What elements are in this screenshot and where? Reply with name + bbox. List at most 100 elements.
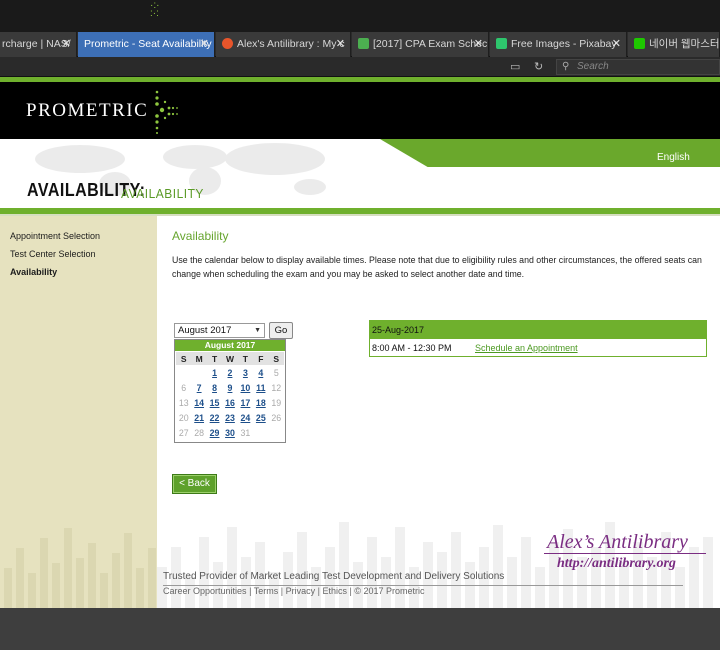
browser-tab[interactable]: Alex's Antilibrary : My c ✕ bbox=[216, 32, 351, 57]
cpa-favicon-icon bbox=[358, 38, 369, 49]
web-page: PROMETRIC English AVAILABILITY: AVAILABI… bbox=[0, 77, 720, 608]
calendar-week-row: 12345 bbox=[176, 365, 284, 380]
calendar-day-available[interactable]: 14 bbox=[191, 395, 206, 410]
calendar-week-row: 27 28 29 30 31 bbox=[176, 425, 284, 440]
calendar-weekday: S bbox=[268, 352, 284, 365]
section-heading: Availability bbox=[172, 229, 229, 243]
browser-status-area bbox=[0, 608, 720, 650]
calendar-day-available[interactable]: 22 bbox=[207, 410, 222, 425]
tab-title: Alex's Antilibrary : My c bbox=[237, 38, 345, 50]
calendar-day-available[interactable]: 24 bbox=[238, 410, 253, 425]
calendar-day-empty bbox=[253, 425, 268, 440]
month-select[interactable]: August 2017 ▼ bbox=[174, 323, 265, 338]
back-button[interactable]: < Back bbox=[172, 474, 217, 494]
tab-title: Prometric - Seat Availability bbox=[84, 38, 212, 50]
footer-copyright: © 2017 Prometric bbox=[354, 586, 425, 596]
reader-view-icon[interactable]: ▭ bbox=[510, 60, 520, 74]
tab-title: rcharge | NAS/ bbox=[2, 38, 71, 50]
calendar-grid: SMTWTFS 1 2 3 4 5 6 7 8 9 10 11 12 13 14 15 16 17 18 19 20 2… bbox=[176, 352, 284, 440]
calendar-day-unavailable: 13 bbox=[178, 397, 189, 408]
calendar-day-available[interactable]: 23 bbox=[222, 410, 237, 425]
sidebar-item-test-center-selection[interactable]: Test Center Selection bbox=[10, 249, 96, 259]
go-button[interactable]: Go bbox=[269, 322, 293, 339]
calendar: August 2017 SMTWTFS 1 2 3 4 5 6 7 8 9 10 11 12 13 14 1… bbox=[174, 339, 286, 443]
calendar-day-available[interactable]: 30 bbox=[222, 425, 237, 440]
close-icon[interactable]: ✕ bbox=[474, 32, 483, 57]
watermark-title: Alex’s Antilibrary bbox=[547, 531, 688, 553]
window-title-bar: ·:·:·: bbox=[0, 0, 720, 32]
calendar-day-available[interactable]: 21 bbox=[191, 410, 206, 425]
calendar-day-available[interactable]: 17 bbox=[238, 395, 253, 410]
close-icon[interactable]: ✕ bbox=[200, 32, 209, 57]
calendar-day-available[interactable]: 4 bbox=[253, 365, 268, 380]
calendar-weekday: F bbox=[253, 352, 269, 365]
month-select-value: August 2017 bbox=[178, 325, 232, 336]
calendar-day-available[interactable]: 8 bbox=[207, 380, 222, 395]
calendar-day-unavailable: 19 bbox=[271, 397, 282, 408]
close-icon[interactable]: ✕ bbox=[62, 32, 71, 57]
calendar-day-unavailable: 26 bbox=[271, 412, 282, 423]
calendar-day-empty bbox=[269, 425, 284, 440]
browser-tab[interactable]: rcharge | NAS/ ✕ bbox=[0, 32, 77, 57]
close-icon[interactable]: ✕ bbox=[612, 32, 621, 57]
search-icon: ⚲ bbox=[562, 61, 570, 72]
antilibrary-favicon-icon bbox=[222, 38, 233, 49]
footer-link-terms[interactable]: Terms bbox=[254, 586, 279, 596]
search-input[interactable]: ⚲ Search bbox=[556, 59, 720, 75]
search-placeholder: Search bbox=[577, 61, 609, 72]
tab-title: 네이버 웹마스터도 bbox=[649, 38, 720, 50]
browser-tab[interactable]: 네이버 웹마스터도 bbox=[628, 32, 720, 57]
calendar-day-available[interactable]: 1 bbox=[207, 365, 222, 380]
footer-links: Career Opportunities | Terms | Privacy |… bbox=[163, 586, 425, 596]
naver-favicon-icon bbox=[634, 38, 645, 49]
browser-tab[interactable]: Free Images - Pixabay ✕ bbox=[490, 32, 627, 57]
page-title-area: AVAILABILITY: AVAILABILITY bbox=[0, 139, 720, 209]
footer-link-careers[interactable]: Career Opportunities bbox=[163, 586, 247, 596]
tab-strip: rcharge | NAS/ ✕ Prometric - Seat Availa… bbox=[0, 32, 720, 57]
calendar-weekday: W bbox=[222, 352, 238, 365]
chevron-down-icon: ▼ bbox=[254, 327, 261, 334]
calendar-day-available[interactable]: 3 bbox=[238, 365, 253, 380]
calendar-day-unavailable: 12 bbox=[271, 382, 282, 393]
browser-tab-active[interactable]: Prometric - Seat Availability ✕ bbox=[78, 32, 215, 57]
pixabay-favicon-icon bbox=[496, 38, 507, 49]
calendar-week-row: 13 14 15 16 17 18 19 bbox=[176, 395, 284, 410]
calendar-day-unavailable: 6 bbox=[181, 382, 187, 393]
sidebar-item-availability[interactable]: Availability bbox=[10, 267, 57, 277]
page-subtitle: AVAILABILITY bbox=[121, 186, 204, 202]
calendar-day-empty bbox=[176, 365, 191, 380]
calendar-day-available[interactable]: 7 bbox=[191, 380, 206, 395]
calendar-day-available[interactable]: 11 bbox=[253, 380, 268, 395]
watermark-underline bbox=[544, 553, 706, 554]
intro-text: Use the calendar below to display availa… bbox=[172, 255, 702, 279]
appointment-date: 25-Aug-2017 bbox=[370, 321, 706, 339]
close-icon[interactable]: ✕ bbox=[336, 32, 345, 57]
tab-title: Free Images - Pixabay bbox=[511, 38, 617, 50]
sidebar-item-appointment-selection[interactable]: Appointment Selection bbox=[10, 231, 100, 241]
prometric-logo-mark-icon bbox=[155, 90, 178, 134]
sparkle-icon: ·:·:·: bbox=[150, 0, 160, 19]
calendar-day-available[interactable]: 29 bbox=[207, 425, 222, 440]
footer-link-ethics[interactable]: Ethics bbox=[322, 586, 347, 596]
schedule-appointment-link[interactable]: Schedule an Appointment bbox=[475, 343, 578, 353]
calendar-body: 1 2 3 4 5 6 7 8 9 10 11 12 13 14 15 16 17 18 19 20 21 22 23 24 2… bbox=[176, 365, 284, 440]
footer-link-privacy[interactable]: Privacy bbox=[286, 586, 316, 596]
site-header: PROMETRIC bbox=[0, 82, 720, 139]
calendar-day-empty bbox=[191, 365, 206, 380]
equalizer-decoration bbox=[4, 528, 156, 608]
reload-icon[interactable]: ↻ bbox=[534, 60, 543, 74]
browser-tab[interactable]: [2017] CPA Exam Schec ✕ bbox=[352, 32, 489, 57]
address-bar: ▭ ↻ ⚲ Search bbox=[0, 57, 720, 77]
calendar-day-unavailable: 31 bbox=[240, 427, 251, 438]
calendar-day-available[interactable]: 2 bbox=[222, 365, 237, 380]
prometric-logo[interactable]: PROMETRIC bbox=[26, 100, 148, 122]
sidebar: Appointment Selection Test Center Select… bbox=[0, 216, 157, 608]
calendar-day-available[interactable]: 18 bbox=[253, 395, 268, 410]
calendar-day-available[interactable]: 16 bbox=[222, 395, 237, 410]
calendar-day-available[interactable]: 15 bbox=[207, 395, 222, 410]
calendar-weekday: T bbox=[206, 352, 223, 365]
calendar-day-available[interactable]: 25 bbox=[253, 410, 268, 425]
calendar-day-available[interactable]: 9 bbox=[222, 380, 237, 395]
calendar-day-available[interactable]: 10 bbox=[238, 380, 253, 395]
calendar-day-unavailable: 20 bbox=[178, 412, 189, 423]
